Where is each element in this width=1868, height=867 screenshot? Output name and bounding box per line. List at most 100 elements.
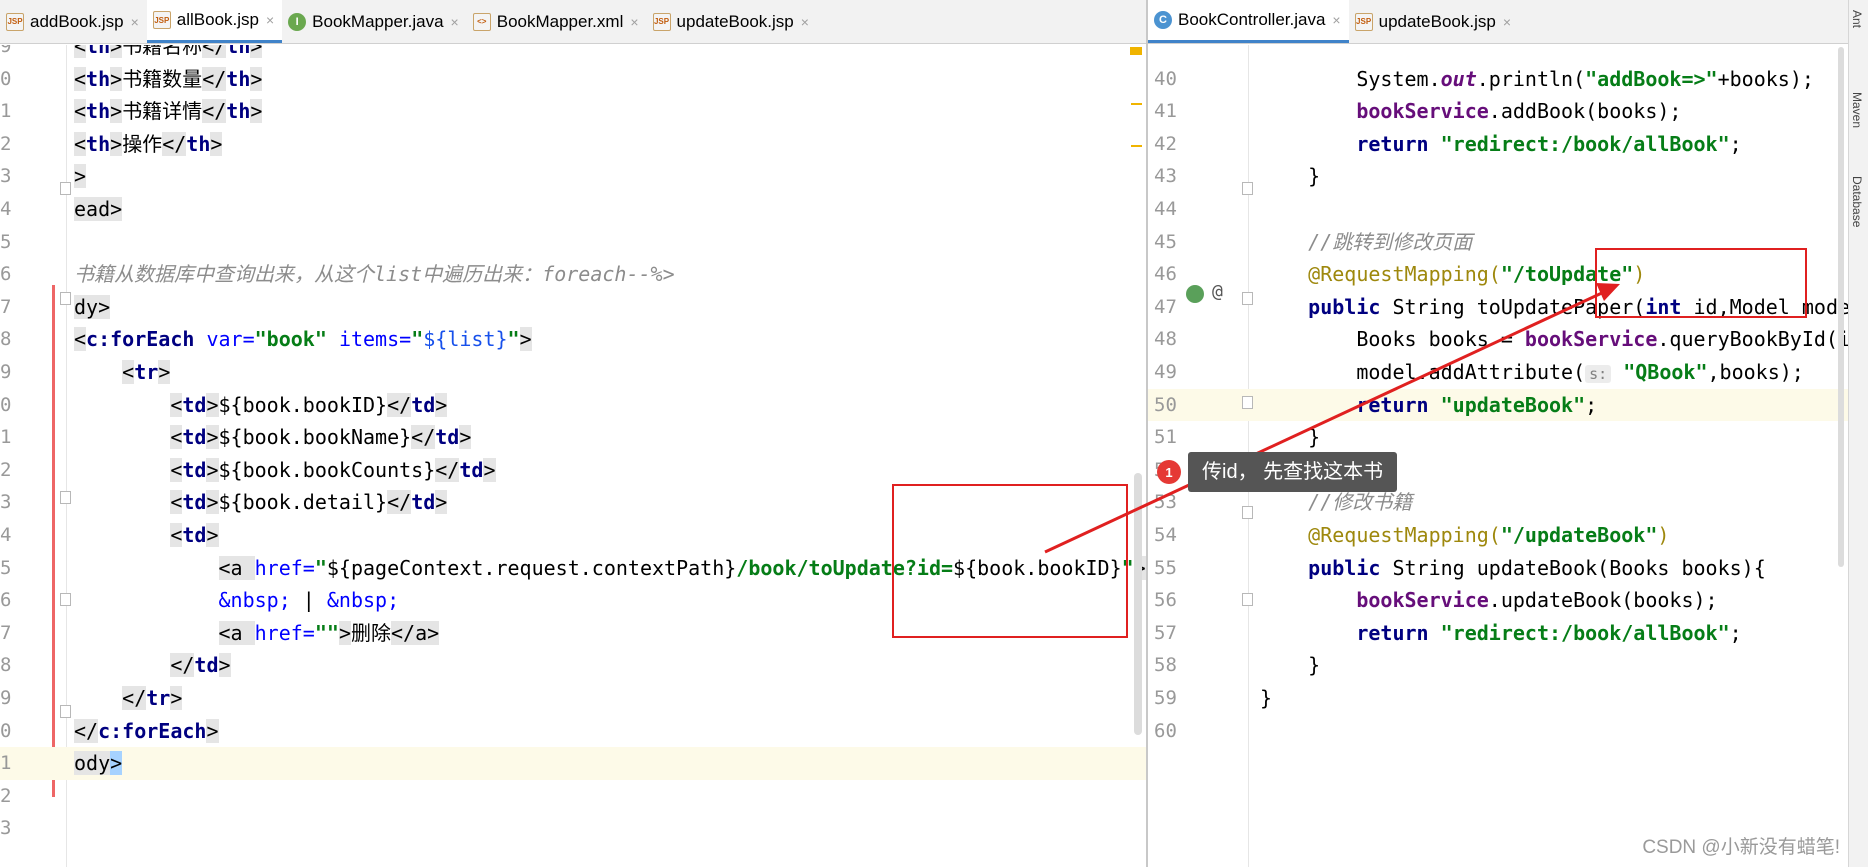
warning-marker[interactable] <box>1130 47 1142 55</box>
close-tab-icon[interactable]: × <box>131 14 139 30</box>
code-line[interactable]: 1 ody> <box>0 747 1146 780</box>
code-line[interactable]: 41 bookService.addBook(books); <box>1148 95 1848 128</box>
close-tab-icon[interactable]: × <box>1332 12 1340 28</box>
code-text: return "redirect:/book/allBook"; <box>1260 617 1741 650</box>
code-line[interactable]: 1 <td>${book.bookName}</td> <box>0 421 1146 454</box>
code-token: 书籍数量 <box>122 66 203 91</box>
fold-icon[interactable] <box>1242 396 1253 409</box>
fold-icon[interactable] <box>60 292 71 305</box>
code-line[interactable]: 42 return "redirect:/book/allBook"; <box>1148 128 1848 161</box>
code-token: < <box>74 99 87 124</box>
fold-icon[interactable] <box>1242 292 1253 305</box>
right-tab-1[interactable]: JSP updateBook.jsp × <box>1349 0 1519 43</box>
code-line[interactable]: 44 <box>1148 193 1848 226</box>
code-token: "addBook=>" <box>1585 66 1718 91</box>
code-line[interactable]: 49 model.addAttribute(s: "QBook",books); <box>1148 356 1848 389</box>
code-line[interactable]: 57 return "redirect:/book/allBook"; <box>1148 617 1848 650</box>
fold-icon[interactable] <box>1242 182 1253 195</box>
code-line[interactable]: 1 <th>书籍详情</th> <box>0 95 1146 128</box>
left-tab-0[interactable]: JSP addBook.jsp × <box>0 0 147 43</box>
code-line[interactable]: 48 Books books = bookService.queryBookBy… <box>1148 323 1848 356</box>
right-tab-0[interactable]: C BookController.java × <box>1148 0 1349 43</box>
code-line[interactable]: 2 <th>操作</th> <box>0 128 1146 161</box>
left-tab-2[interactable]: I BookMapper.java × <box>282 0 467 43</box>
code-line[interactable]: 40 System.out.println("addBook=>"+books)… <box>1148 63 1848 96</box>
left-editor-allbook-jsp[interactable]: 9 <th>书籍名称</th> 0 <th>书籍数量</th> 1 <th>书籍详情</t… <box>0 45 1146 867</box>
code-line[interactable]: 55 public String updateBook(Books books)… <box>1148 552 1848 585</box>
code-line[interactable]: 8 </td> <box>0 649 1146 682</box>
code-token: > <box>110 45 123 58</box>
code-line[interactable]: 9 <th>书籍名称</th> <box>0 45 1146 63</box>
database-tool-tab[interactable]: Database <box>1850 176 1864 227</box>
code-token: | <box>290 588 327 613</box>
code-token: > <box>170 686 183 710</box>
request-mapping-icon[interactable]: @ <box>1212 281 1223 302</box>
code-line[interactable]: 9 <tr> <box>0 356 1146 389</box>
code-line[interactable]: 58 } <box>1148 649 1848 682</box>
fold-icon[interactable] <box>60 705 71 718</box>
code-text: </tr> <box>74 682 183 715</box>
code-text: @RequestMapping("/toUpdate") <box>1260 258 1645 291</box>
code-token: return <box>1356 131 1441 156</box>
fold-icon[interactable] <box>1242 593 1253 606</box>
code-line[interactable]: 59} <box>1148 682 1848 715</box>
warning-marker[interactable] <box>1131 103 1142 105</box>
code-token: .addBook(books); <box>1488 99 1682 124</box>
annotation-badge: 1 <box>1157 460 1181 484</box>
code-token: "QBook" <box>1623 360 1708 384</box>
code-line[interactable]: 51 } <box>1148 421 1848 454</box>
code-line[interactable]: 0 <td>${book.bookID}</td> <box>0 389 1146 422</box>
code-line[interactable]: 8 <c:forEach var="book" items="${list}"> <box>0 323 1146 356</box>
code-token: } <box>1260 425 1321 450</box>
code-token: > <box>218 653 231 678</box>
code-token: < <box>74 327 87 352</box>
code-line[interactable]: 2 <td>${book.bookCounts}</td> <box>0 454 1146 487</box>
code-token: } <box>1260 686 1273 710</box>
close-tab-icon[interactable]: × <box>266 12 274 28</box>
code-line[interactable]: 5 <box>0 226 1146 259</box>
code-line[interactable]: 3 > <box>0 160 1146 193</box>
line-number: 8 <box>0 654 12 677</box>
code-line[interactable]: 60 <box>1148 715 1848 748</box>
close-tab-icon[interactable]: × <box>451 14 459 30</box>
left-tab-4[interactable]: JSP updateBook.jsp × <box>647 0 817 43</box>
ant-tool-tab[interactable]: Ant <box>1850 10 1864 28</box>
fold-icon[interactable] <box>60 491 71 504</box>
code-line[interactable]: 6 书籍从数据库中查询出来，从这个list中遍历出来：foreach--%> <box>0 258 1146 291</box>
close-tab-icon[interactable]: × <box>1503 14 1511 30</box>
code-line[interactable]: 4 ead> <box>0 193 1146 226</box>
code-line[interactable]: 43 } <box>1148 160 1848 193</box>
fold-icon[interactable] <box>60 593 71 606</box>
warning-marker[interactable] <box>1131 145 1142 147</box>
maven-tool-tab[interactable]: Maven <box>1850 92 1864 128</box>
code-token: ead> <box>74 197 123 221</box>
spring-bean-icon[interactable] <box>1186 285 1204 303</box>
code-line[interactable]: 3 <box>0 812 1146 845</box>
code-line[interactable]: 0 </c:forEach> <box>0 715 1146 748</box>
tab-label: updateBook.jsp <box>1378 11 1496 31</box>
left-tab-1[interactable]: JSP allBook.jsp × <box>146 0 283 43</box>
line-number: 53 <box>1154 491 1177 514</box>
left-tab-3[interactable]: <> BookMapper.xml × <box>467 0 647 43</box>
code-line[interactable]: 0 <th>书籍数量</th> <box>0 63 1146 96</box>
code-token: </ <box>202 66 227 91</box>
left-vertical-scrollbar[interactable] <box>1134 473 1142 735</box>
fold-icon[interactable] <box>60 182 71 195</box>
fold-icon[interactable] <box>1242 506 1253 519</box>
code-token: td <box>182 457 207 482</box>
interface-file-icon: I <box>288 12 307 31</box>
close-tab-icon[interactable]: × <box>801 14 809 30</box>
code-line[interactable]: 56 bookService.updateBook(books); <box>1148 584 1848 617</box>
code-line[interactable]: 54 @RequestMapping("/updateBook") <box>1148 519 1848 552</box>
right-vertical-scrollbar[interactable] <box>1838 47 1844 567</box>
code-line[interactable] <box>1148 45 1848 63</box>
code-line[interactable]: 7 dy> <box>0 291 1146 324</box>
line-number: 60 <box>1154 719 1177 742</box>
code-line[interactable]: 2 <box>0 780 1146 813</box>
code-line[interactable]: 50 return "updateBook"; <box>1148 388 1848 422</box>
close-tab-icon[interactable]: × <box>630 14 638 30</box>
code-line[interactable]: 9 </tr> <box>0 682 1146 715</box>
code-token: "redirect:/book/allBook" <box>1440 131 1730 156</box>
